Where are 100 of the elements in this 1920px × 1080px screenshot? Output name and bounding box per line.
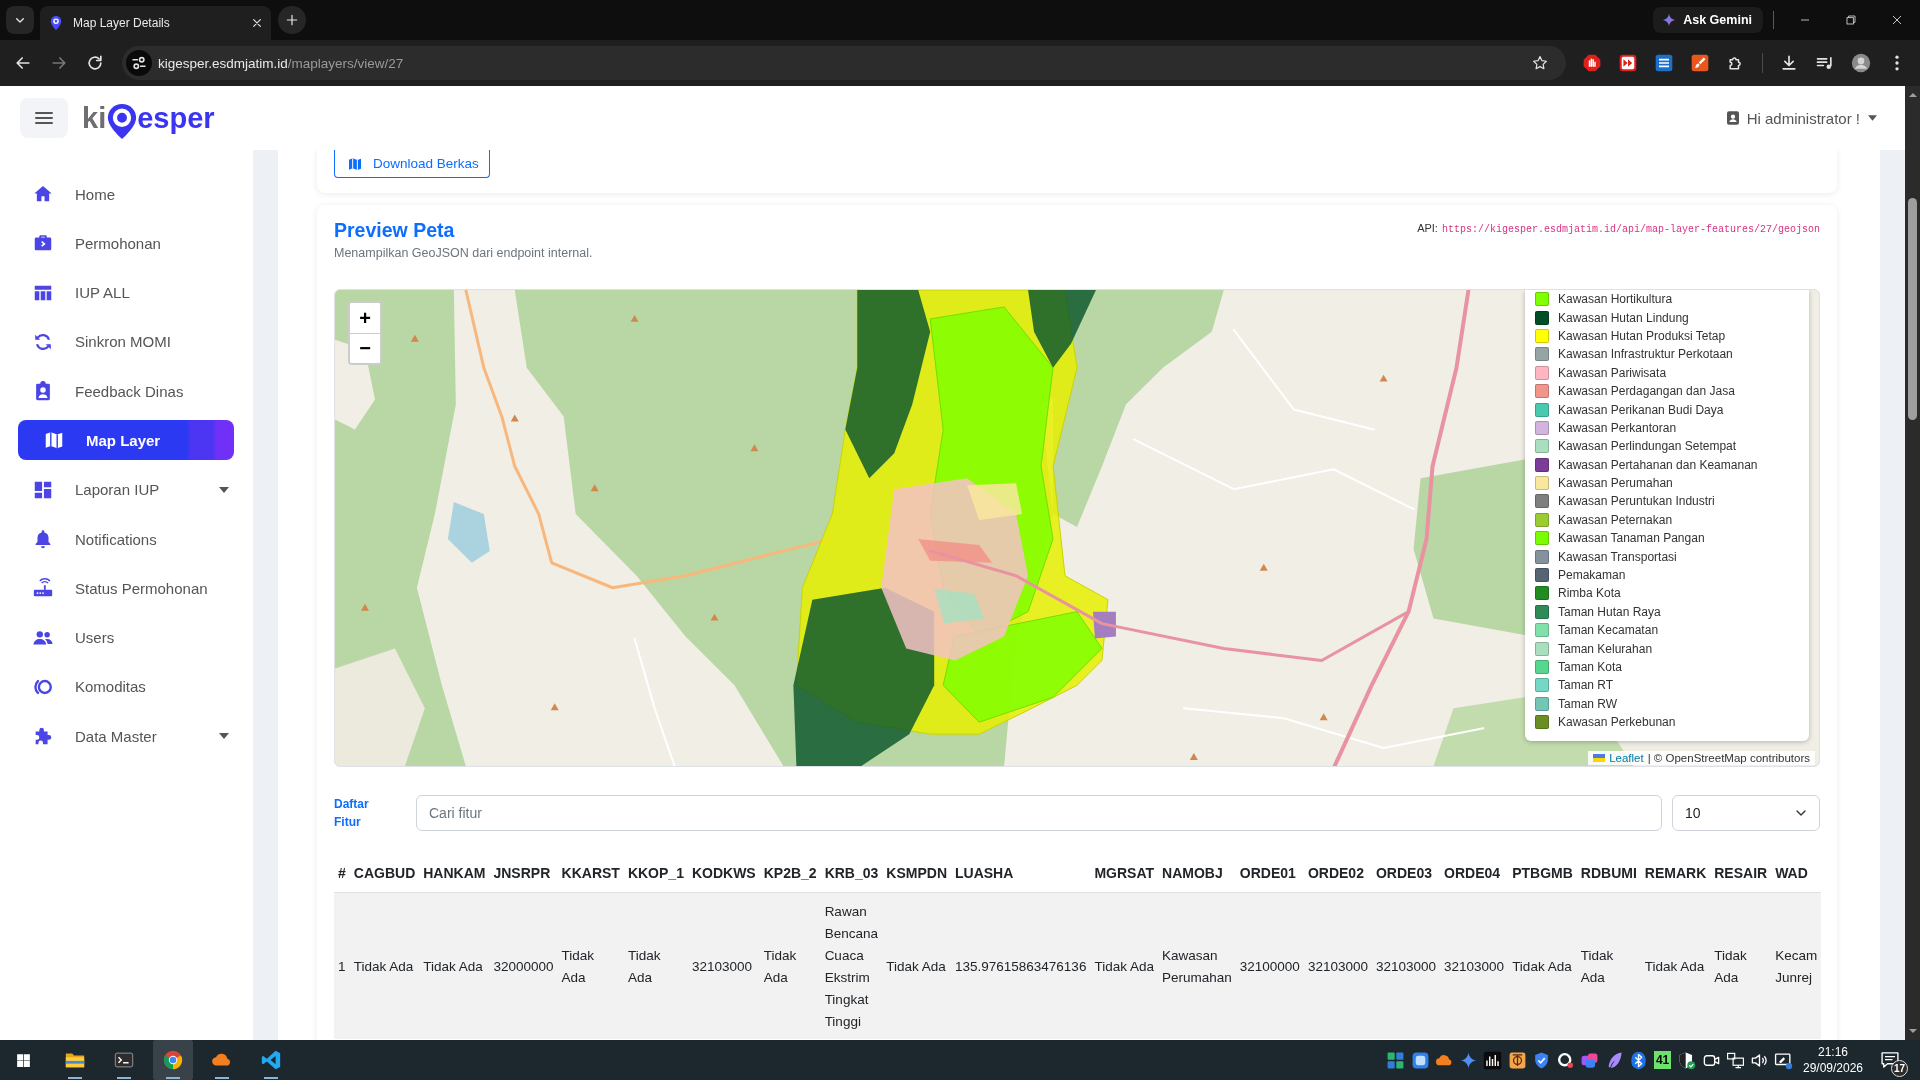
column-header: CAGBUD: [349, 854, 420, 893]
table-cell: Tidak Ada: [557, 892, 624, 1039]
legend-label: Kawasan Transportasi: [1558, 549, 1677, 564]
legend-label: Taman Kecamatan: [1558, 623, 1659, 638]
arrow-down-icon[interactable]: [1907, 1027, 1918, 1035]
column-header: WAD: [1771, 854, 1822, 893]
column-header: PTBGMB: [1508, 854, 1577, 893]
square-icon[interactable]: [1410, 1050, 1430, 1070]
striped-tile-icon[interactable]: [1654, 53, 1674, 73]
sidebar-item[interactable]: Map Layer: [18, 420, 234, 461]
sidebar-item[interactable]: Status Permohonan: [18, 568, 234, 609]
legend-label: Kawasan Pertahanan dan Keamanan: [1558, 457, 1758, 472]
sidebar-item[interactable]: Feedback Dinas: [18, 371, 234, 412]
brush-icon[interactable]: [1690, 53, 1710, 73]
table-cell: Kawasan Perumahan: [1158, 892, 1236, 1039]
legend-label: Kawasan Perikanan Budi Daya: [1558, 402, 1724, 417]
browser-tab[interactable]: Map Layer Details: [40, 6, 271, 40]
shield-icon[interactable]: [1677, 1050, 1697, 1070]
page-size-select[interactable]: 10: [1672, 795, 1820, 831]
stop-sign-icon[interactable]: [1582, 53, 1602, 73]
scrollbar-thumb[interactable]: [1908, 198, 1917, 420]
column-header: KSMPDN: [882, 854, 951, 893]
fast-forward-icon[interactable]: [1618, 53, 1638, 73]
bar-chart-icon[interactable]: [1483, 1050, 1503, 1070]
legend-label: Taman Kota: [1558, 660, 1623, 674]
layers-icon[interactable]: [1580, 1050, 1600, 1070]
legend-label: Kawasan Perumahan: [1558, 476, 1673, 491]
section-title: Preview Peta: [334, 218, 456, 242]
ring-icon[interactable]: [1556, 1050, 1576, 1070]
legend-label: Kawasan Peruntukan Industri: [1558, 494, 1715, 509]
taskbar-button[interactable]: [153, 1040, 193, 1080]
monitors-icon[interactable]: [1725, 1050, 1745, 1070]
table-cell: 32103000: [1303, 892, 1372, 1039]
column-header: RDBUMI: [1576, 854, 1641, 893]
legend-label: Kawasan Peternakan: [1558, 512, 1673, 527]
avatar-icon[interactable]: [1851, 53, 1871, 73]
sidebar-item[interactable]: Home: [18, 174, 234, 214]
table-cell: Tidak Ada: [349, 892, 420, 1039]
table-cell: Tidak Ada: [623, 892, 688, 1039]
tray-badge[interactable]: 41: [1653, 1051, 1672, 1069]
display-icon[interactable]: [1774, 1050, 1794, 1070]
table-cell: Tidak Ada: [759, 892, 821, 1039]
download-button[interactable]: Download Berkas: [334, 150, 490, 178]
api-link[interactable]: https://kigesper.esdmjatim.id/api/map-layer-features/27/geojson: [1441, 224, 1820, 235]
legend-label: Kawasan Hutan Produksi Tetap: [1558, 328, 1726, 343]
terminal-icon: [113, 1049, 135, 1071]
notification-badge: 17: [1890, 1060, 1908, 1077]
column-header: #: [334, 854, 350, 893]
reload-icon[interactable]: [85, 53, 105, 73]
api-label: API:: [1417, 222, 1438, 234]
column-header: RESAIR: [1710, 854, 1772, 893]
search-field[interactable]: Cari fitur: [416, 795, 1662, 831]
sidebar-item[interactable]: Permohonan: [18, 223, 234, 264]
legend-label: Rimba Kota: [1558, 586, 1621, 601]
address-bar[interactable]: kigesper.esdmjatim.id/maplayers/view/27: [122, 46, 1566, 80]
emblem-tile-icon[interactable]: [1507, 1050, 1527, 1070]
column-header: KKARST: [557, 854, 624, 893]
column-header: ORDE01: [1235, 854, 1304, 893]
new-tab-button[interactable]: [278, 6, 306, 34]
sidebar-item[interactable]: Laporan IUP: [18, 469, 234, 510]
column-header: JNSRPR: [489, 854, 558, 893]
grid-icon[interactable]: [1386, 1050, 1406, 1070]
legend-label: Kawasan Perlindungan Setempat: [1558, 439, 1737, 454]
sidebar-item[interactable]: Data Master: [18, 716, 234, 757]
legend-label: Kawasan Infrastruktur Perkotaan: [1558, 347, 1733, 362]
logo-text: esper: [137, 101, 215, 135]
legend-label: Kawasan Perkantoran: [1558, 420, 1677, 435]
legend-label: Taman Hutan Raya: [1558, 604, 1661, 619]
zoom-out-button[interactable]: −: [350, 333, 380, 363]
restore-icon[interactable]: [1843, 12, 1859, 28]
sidebar-item[interactable]: IUP ALL: [18, 272, 234, 313]
sidebar-item[interactable]: Notifications: [18, 519, 234, 560]
bluetooth-icon[interactable]: [1628, 1050, 1648, 1070]
column-header: KP2B_2: [759, 854, 821, 893]
legend-label: Kawasan Tanaman Pangan: [1558, 531, 1705, 546]
section-label: Daftar Fitur: [334, 796, 370, 831]
start-menu-icon[interactable]: [14, 1051, 32, 1069]
download-icon[interactable]: [1779, 53, 1799, 73]
attribution-link[interactable]: Leaflet: [1609, 752, 1644, 764]
attribution-text: | © OpenStreetMap contributors: [1647, 752, 1810, 764]
table-cell: 32103000: [1371, 892, 1441, 1039]
legend-label: Taman RT: [1558, 678, 1614, 693]
site-info-icon[interactable]: [126, 50, 152, 76]
clock-time: 21:16: [1817, 1044, 1849, 1060]
table-cell: Tidak Ada: [1710, 892, 1772, 1039]
menu-button[interactable]: [20, 98, 68, 138]
legend-label: Kawasan Perdagangan dan Jasa: [1558, 384, 1735, 399]
arrow-up-icon[interactable]: [1907, 91, 1918, 99]
column-header: LUASHA: [951, 854, 1091, 893]
table-cell: Tidak Ada: [1090, 892, 1158, 1039]
sidebar-item[interactable]: Komoditas: [18, 666, 234, 707]
flag-icon: [1593, 754, 1606, 762]
sparkle-icon[interactable]: [1459, 1050, 1479, 1070]
sidebar-item[interactable]: Sinkron MOMI: [18, 321, 234, 362]
star-icon[interactable]: [1531, 54, 1549, 72]
url-text: kigesper.esdmjatim.id/maplayers/view/27: [158, 55, 404, 71]
user-menu[interactable]: Hi administrator !: [1724, 109, 1877, 127]
sidebar-item[interactable]: Users: [18, 617, 234, 658]
tab-list-button[interactable]: [6, 6, 34, 34]
assistant-button[interactable]: Ask Gemini: [1653, 7, 1763, 33]
